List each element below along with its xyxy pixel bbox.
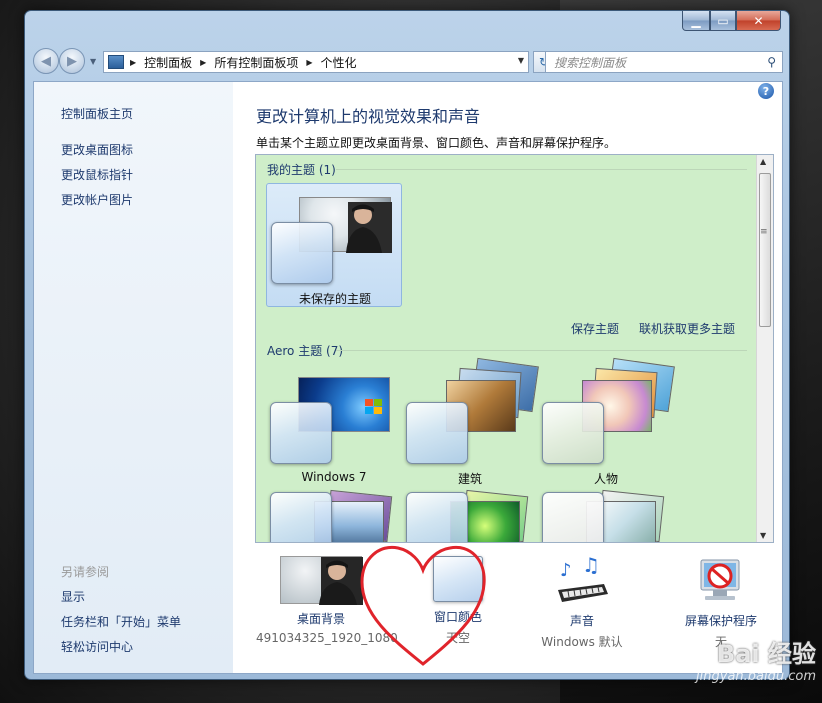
divider: [336, 169, 747, 170]
theme-characters[interactable]: 人物: [538, 357, 675, 488]
window-color-swatch: [271, 222, 333, 284]
save-theme-link[interactable]: 保存主题: [571, 320, 619, 337]
sidebar-item-mouse-pointers[interactable]: 更改鼠标指针: [61, 166, 133, 183]
scroll-grip-icon: ≡: [760, 227, 768, 237]
theme-label: 建筑: [457, 472, 482, 486]
online-themes-link[interactable]: 联机获取更多主题: [639, 320, 735, 337]
breadcrumb-all-items[interactable]: 所有控制面板项: [214, 54, 298, 71]
see-also-taskbar[interactable]: 任务栏和「开始」菜单: [61, 613, 181, 630]
watermark-url: jingyan.baidu.com: [696, 669, 816, 684]
search-placeholder: 搜索控制面板: [554, 55, 627, 70]
window-color-swatch: [406, 492, 468, 542]
screensaver-label: 屏幕保护程序: [684, 614, 757, 628]
sound-keyboard-icon: ♪ ♫: [558, 556, 608, 602]
theme-windows7[interactable]: Windows 7: [266, 364, 402, 488]
scroll-up-icon[interactable]: ▲: [760, 157, 766, 166]
theme-label: Windows 7: [301, 470, 367, 484]
theme-nature[interactable]: [402, 489, 538, 542]
chevron-right-icon[interactable]: ▶: [130, 58, 136, 67]
window-color-swatch: [542, 492, 604, 542]
theme-list-scrollbar[interactable]: ▲ ≡ ▼: [756, 155, 773, 542]
page-title: 更改计算机上的视觉效果和声音: [256, 107, 481, 126]
window-color-swatch: [542, 402, 604, 464]
watermark-logo: Bai 经验: [716, 640, 816, 668]
theme-label: 未保存的主题: [298, 292, 371, 306]
sidebar-item-account-picture[interactable]: 更改帐户图片: [61, 191, 133, 208]
sounds-button[interactable]: ♪ ♫ 声音 Windows 默认: [532, 556, 632, 650]
sidebar: 控制面板主页 更改桌面图标 更改鼠标指针 更改帐户图片 另请参阅 显示 任务栏和…: [34, 82, 233, 673]
window-color-swatch: [270, 492, 332, 542]
scroll-thumb[interactable]: [759, 173, 771, 327]
theme-list: 我的主题 (1) 未保存的主题 保存主题 联机获取更多主题 Aero 主题 (7…: [255, 154, 774, 543]
chevron-right-icon[interactable]: ▶: [306, 58, 312, 67]
navigation-bar: ◀ ▶ ▼ ▶ 控制面板 ▶ 所有控制面板项 ▶ 个性化 ▼ ↻ 搜索控制面板 …: [33, 47, 783, 75]
caption-buttons: ▁ ▭ ✕: [682, 11, 781, 31]
screensaver-monitor-icon: [700, 559, 740, 600]
see-also-display[interactable]: 显示: [61, 588, 85, 605]
maximize-button[interactable]: ▭: [710, 11, 736, 31]
recent-pages-dropdown-icon[interactable]: ▼: [90, 57, 96, 66]
sounds-value: Windows 默认: [541, 635, 623, 649]
help-icon[interactable]: ?: [758, 83, 774, 99]
window-color-swatch: [270, 402, 332, 464]
sidebar-item-desktop-icons[interactable]: 更改桌面图标: [61, 141, 133, 158]
theme-architecture[interactable]: 建筑: [402, 357, 539, 488]
svg-text:♪: ♪: [560, 560, 572, 581]
page-description: 单击某个主题立即更改桌面背景、窗口颜色、声音和屏幕保护程序。: [256, 136, 617, 150]
sounds-label: 声音: [569, 614, 594, 628]
search-box[interactable]: 搜索控制面板 ⚲: [545, 51, 783, 73]
my-themes-heading: 我的主题 (1): [267, 163, 336, 177]
minimize-button[interactable]: ▁: [682, 11, 710, 31]
search-icon[interactable]: ⚲: [767, 55, 776, 69]
address-dropdown-icon[interactable]: ▼: [518, 56, 524, 65]
theme-unsaved[interactable]: 未保存的主题: [266, 183, 402, 307]
see-also-heading: 另请参阅: [61, 565, 110, 579]
window-color-swatch: [406, 402, 468, 464]
breadcrumb-personalization[interactable]: 个性化: [321, 54, 357, 71]
theme-scenes[interactable]: [538, 489, 674, 542]
aero-themes-heading: Aero 主题 (7): [267, 344, 344, 358]
desktop-background-thumbnail: [280, 556, 363, 605]
forward-button[interactable]: ▶: [59, 48, 85, 74]
control-panel-icon: [108, 55, 124, 69]
divider: [336, 350, 747, 351]
theme-landscapes[interactable]: [266, 489, 402, 542]
chevron-right-icon[interactable]: ▶: [200, 58, 206, 67]
annotation-heart: [360, 545, 486, 666]
see-also-ease-of-access[interactable]: 轻松访问中心: [61, 638, 133, 655]
svg-text:♫: ♫: [582, 556, 600, 577]
close-button[interactable]: ✕: [736, 11, 781, 31]
person-photo-icon: [319, 557, 363, 605]
sidebar-item-home[interactable]: 控制面板主页: [61, 105, 133, 122]
breadcrumb-control-panel[interactable]: 控制面板: [144, 54, 192, 71]
theme-label: 人物: [593, 472, 618, 486]
scroll-down-icon[interactable]: ▼: [760, 531, 766, 540]
watermark: Bai 经验 jingyan.baidu.com: [696, 634, 816, 684]
back-button[interactable]: ◀: [33, 48, 59, 74]
address-bar[interactable]: ▶ 控制面板 ▶ 所有控制面板项 ▶ 个性化 ▼: [103, 51, 529, 73]
